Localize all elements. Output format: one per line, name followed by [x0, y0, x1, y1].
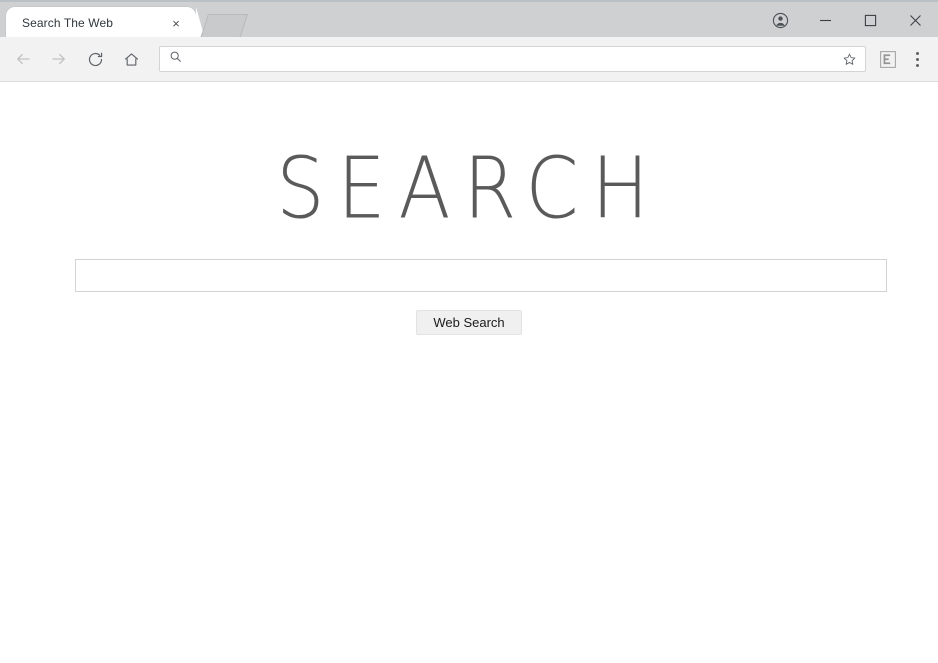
- window-controls: [758, 2, 938, 39]
- web-search-button[interactable]: Web Search: [416, 310, 522, 335]
- search-input[interactable]: [75, 259, 887, 292]
- home-icon[interactable]: [116, 44, 146, 74]
- browser-window: Search The Web × SEARCH Web Search: [0, 0, 938, 663]
- minimize-button[interactable]: [803, 6, 848, 36]
- star-icon[interactable]: [839, 49, 859, 69]
- menu-dot: [915, 63, 919, 67]
- three-dot-menu-icon[interactable]: [902, 44, 932, 74]
- menu-dot: [915, 51, 919, 55]
- reload-icon[interactable]: [80, 44, 110, 74]
- page-title: SEARCH: [276, 138, 662, 238]
- tab-strip: Search The Web ×: [0, 0, 938, 39]
- browser-toolbar: [0, 37, 938, 82]
- new-tab-button[interactable]: [199, 14, 249, 39]
- back-arrow-icon[interactable]: [8, 44, 38, 74]
- extension-icon[interactable]: [874, 44, 902, 74]
- browser-tab-search-the-web[interactable]: Search The Web ×: [6, 7, 205, 39]
- new-tab-shape: [199, 14, 249, 39]
- forward-arrow-icon[interactable]: [44, 44, 74, 74]
- page-content: SEARCH Web Search: [0, 82, 938, 662]
- tab-close-icon[interactable]: ×: [168, 15, 184, 31]
- address-bar[interactable]: [159, 46, 866, 72]
- maximize-button[interactable]: [848, 6, 893, 36]
- profile-avatar-icon[interactable]: [758, 6, 803, 36]
- close-button[interactable]: [893, 6, 938, 36]
- tab-title: Search The Web: [22, 16, 114, 30]
- menu-dot: [915, 57, 919, 61]
- search-icon: [169, 50, 182, 68]
